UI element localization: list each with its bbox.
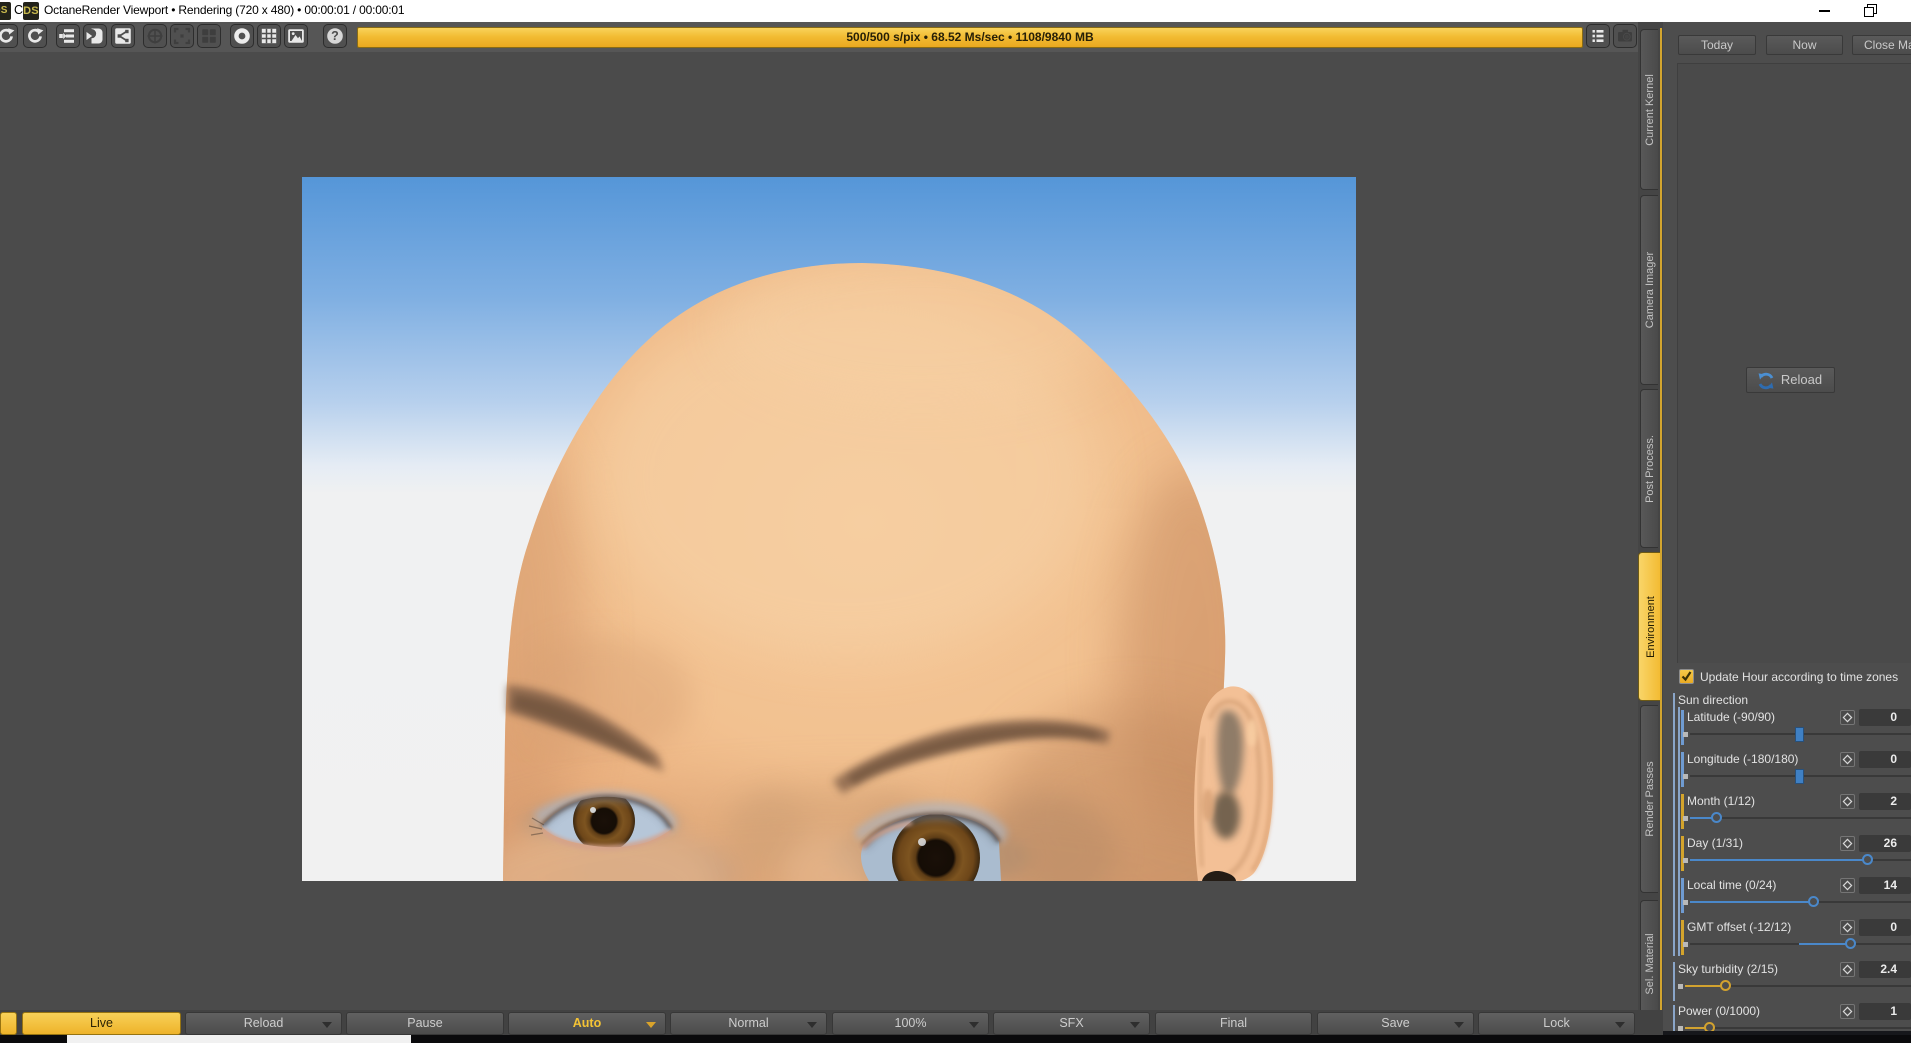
svg-text:?: ? — [331, 29, 339, 43]
